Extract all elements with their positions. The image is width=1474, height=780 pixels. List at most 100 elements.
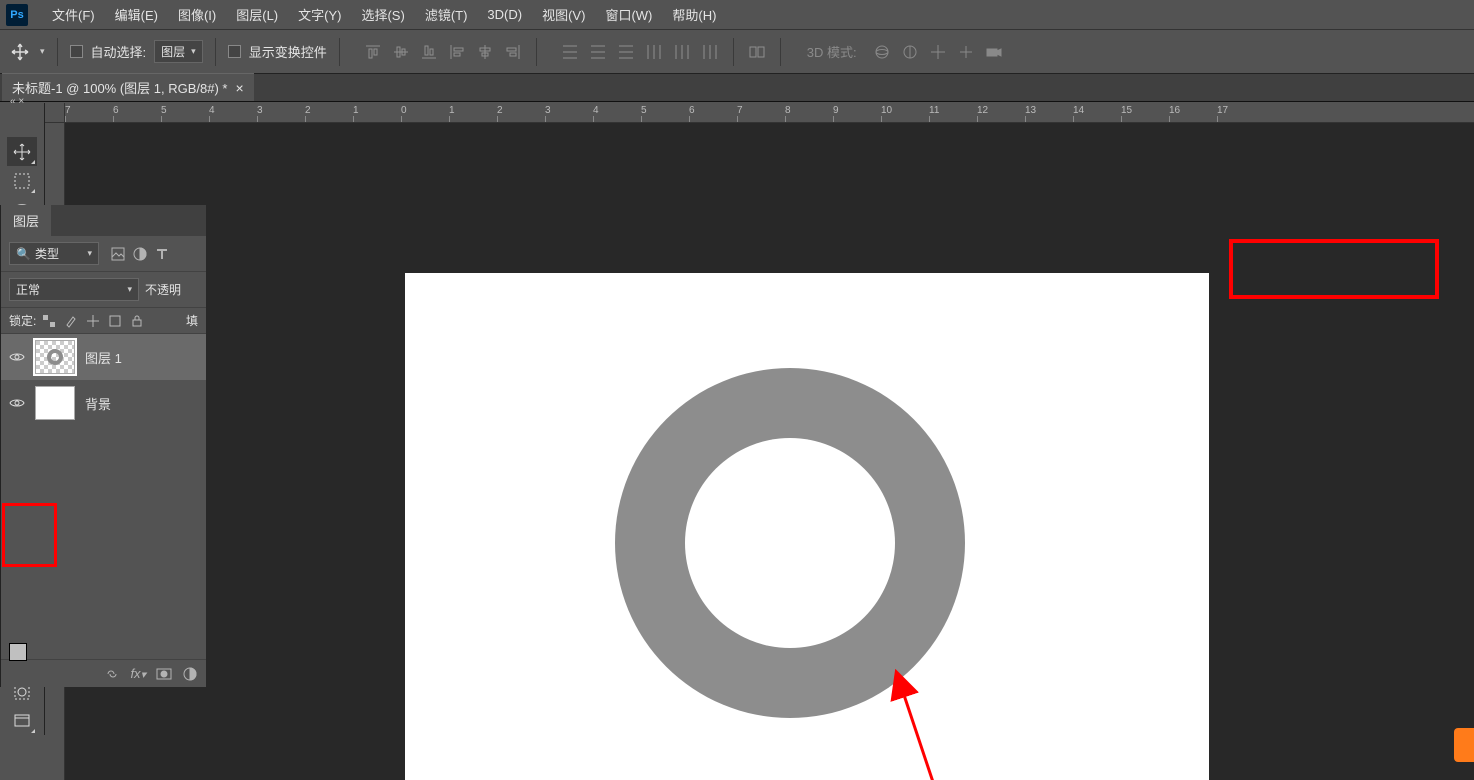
menu-window[interactable]: 窗口(W): [595, 0, 662, 30]
visibility-toggle[interactable]: [9, 349, 25, 365]
layer-thumb[interactable]: [35, 340, 75, 374]
ruler-corner: [45, 103, 65, 123]
layers-panel-footer: fx▾: [1, 659, 206, 687]
lock-trans-icon[interactable]: [42, 314, 56, 328]
menu-filter[interactable]: 滤镜(T): [415, 0, 478, 30]
lock-pos-icon[interactable]: [86, 314, 100, 328]
align-bottom-icon[interactable]: [418, 41, 440, 63]
horizontal-ruler[interactable]: 765432101234567891011121314151617: [65, 103, 1474, 123]
canvas-area: 765432101234567891011121314151617: [45, 103, 1474, 780]
layers-tab[interactable]: 图层: [1, 205, 51, 236]
foreground-color[interactable]: [9, 643, 27, 661]
ring-shape: [615, 368, 965, 718]
menu-image[interactable]: 图像(I): [168, 0, 226, 30]
chevron-down-icon: ▾: [191, 46, 196, 57]
menu-help[interactable]: 帮助(H): [662, 0, 726, 30]
menu-type[interactable]: 文字(Y): [288, 0, 351, 30]
layer-item-1[interactable]: 图层 1: [1, 334, 206, 380]
filter-icons: [111, 247, 169, 261]
align-right-icon[interactable]: [502, 41, 524, 63]
layer-item-bg[interactable]: 背景: [1, 380, 206, 426]
search-icon: 🔍: [16, 247, 31, 261]
3d-mode-icons: [873, 43, 1003, 61]
visibility-toggle[interactable]: [9, 395, 25, 411]
distribute-left-icon[interactable]: [643, 41, 665, 63]
pan-icon[interactable]: [929, 43, 947, 61]
notification-badge[interactable]: [1454, 728, 1474, 762]
distribute-vcenter-icon[interactable]: [587, 41, 609, 63]
divider: [733, 38, 734, 66]
opacity-label: 不透明: [145, 281, 181, 298]
divider: [780, 38, 781, 66]
layer-mask-icon[interactable]: [156, 666, 172, 682]
kind-filter-dropdown[interactable]: 🔍 类型 ▾: [9, 242, 99, 265]
filter-pixel-icon[interactable]: [111, 247, 125, 261]
orbit-icon[interactable]: [873, 43, 891, 61]
filter-type-icon[interactable]: [155, 247, 169, 261]
distribute-bottom-icon[interactable]: [615, 41, 637, 63]
link-layers-icon[interactable]: [104, 666, 120, 682]
filter-adjust-icon[interactable]: [133, 247, 147, 261]
layer-name[interactable]: 图层 1: [85, 348, 122, 367]
3d-mode-label: 3D 模式:: [807, 42, 857, 61]
camera-icon[interactable]: [985, 43, 1003, 61]
menu-3d[interactable]: 3D(D): [477, 0, 532, 30]
move-tool-icon[interactable]: [10, 42, 30, 62]
chevron-down-icon[interactable]: ▾: [40, 46, 45, 57]
distribute-top-icon[interactable]: [559, 41, 581, 63]
screen-mode-tool[interactable]: [7, 706, 37, 735]
divider: [339, 38, 340, 66]
kind-filter-value: 类型: [35, 245, 59, 262]
layer-name[interactable]: 背景: [85, 394, 111, 413]
layer-list: 图层 1 背景: [1, 334, 206, 426]
fill-label: 填: [186, 312, 198, 329]
menu-edit[interactable]: 编辑(E): [105, 0, 168, 30]
lock-row: 锁定: 填: [1, 308, 206, 334]
auto-select-label: 自动选择:: [91, 42, 147, 61]
auto-select-dropdown[interactable]: 图层 ▾: [154, 40, 203, 63]
menu-view[interactable]: 视图(V): [532, 0, 595, 30]
move-tool[interactable]: [7, 137, 37, 166]
divider: [215, 38, 216, 66]
document-title: 未标题-1 @ 100% (图层 1, RGB/8#) *: [12, 78, 227, 97]
divider: [536, 38, 537, 66]
menu-file[interactable]: 文件(F): [42, 0, 105, 30]
lock-label: 锁定:: [9, 312, 36, 329]
marquee-tool[interactable]: [7, 166, 37, 195]
adjustment-layer-icon[interactable]: [182, 666, 198, 682]
layers-panel: 图层 🔍 类型 ▾ 正常 ▾ 不透明 锁定: 填: [0, 205, 206, 687]
close-tab-icon[interactable]: ×: [235, 80, 243, 96]
layer-filter-row: 🔍 类型 ▾: [1, 236, 206, 272]
auto-select-checkbox[interactable]: [70, 45, 83, 58]
lock-artboard-icon[interactable]: [108, 314, 122, 328]
show-transform-checkbox[interactable]: [228, 45, 241, 58]
menu-bar: Ps 文件(F) 编辑(E) 图像(I) 图层(L) 文字(Y) 选择(S) 滤…: [0, 0, 1474, 30]
align-top-icon[interactable]: [362, 41, 384, 63]
align-left-icon[interactable]: [446, 41, 468, 63]
layer-thumb[interactable]: [35, 386, 75, 420]
divider: [57, 38, 58, 66]
document-tab[interactable]: 未标题-1 @ 100% (图层 1, RGB/8#) * ×: [2, 73, 254, 101]
blend-mode-dropdown[interactable]: 正常 ▾: [9, 278, 139, 301]
distribute-hcenter-icon[interactable]: [671, 41, 693, 63]
roll-icon[interactable]: [901, 43, 919, 61]
distribute-group: [559, 41, 721, 63]
auto-select-value: 图层: [161, 43, 185, 60]
align-group-1: [362, 41, 524, 63]
chevron-down-icon: ▾: [127, 284, 132, 295]
blend-mode-value: 正常: [16, 281, 40, 298]
lock-all-icon[interactable]: [130, 314, 144, 328]
align-vcenter-icon[interactable]: [390, 41, 412, 63]
slide-icon[interactable]: [957, 43, 975, 61]
distribute-right-icon[interactable]: [699, 41, 721, 63]
lock-pixel-icon[interactable]: [64, 314, 78, 328]
menu-layer[interactable]: 图层(L): [226, 0, 288, 30]
chevron-down-icon: ▾: [87, 248, 92, 259]
auto-align-icon[interactable]: [746, 41, 768, 63]
align-hcenter-icon[interactable]: [474, 41, 496, 63]
blend-row: 正常 ▾ 不透明: [1, 272, 206, 308]
layer-fx-icon[interactable]: fx▾: [130, 666, 146, 682]
show-transform-label: 显示变换控件: [249, 42, 327, 61]
menu-select[interactable]: 选择(S): [351, 0, 414, 30]
document-canvas[interactable]: [405, 273, 1209, 780]
